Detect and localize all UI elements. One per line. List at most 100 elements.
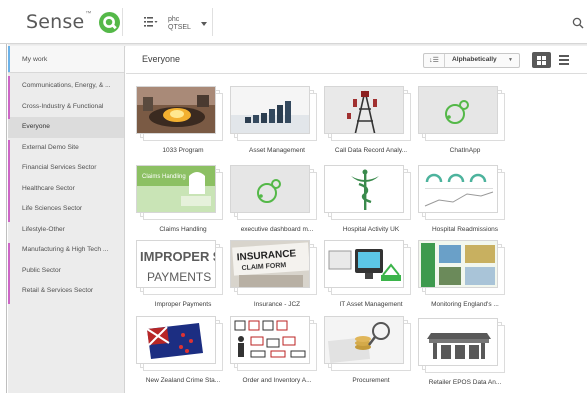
sidebar-item-manufacturing[interactable]: Manufacturing & High Tech ... — [8, 240, 124, 261]
brand-name: Sense — [26, 11, 85, 33]
thumb-stack — [324, 316, 418, 376]
thumb-stack — [418, 240, 512, 300]
sort-order-icon[interactable]: ↓☰ — [424, 54, 445, 67]
sidebar-accent-stripe — [8, 243, 10, 304]
thumb-stack: INSURANCE CLAIM FORM — [230, 240, 324, 300]
app-card-hospital-activity-uk[interactable]: Hospital Activity UK — [324, 165, 418, 247]
sidebar-item-financial[interactable]: Financial Services Sector — [8, 158, 124, 179]
app-card-insurance-jcz[interactable]: INSURANCE CLAIM FORM Insurance - JCZ — [230, 240, 324, 322]
thumb-stack — [230, 316, 324, 376]
sidebar-item-healthcare[interactable]: Healthcare Sector — [8, 179, 124, 200]
app-card-new-zealand-crime[interactable]: New Zealand Crime Sta... — [136, 316, 230, 398]
app-card-label: ChatInApp — [449, 147, 481, 154]
sidebar-accent-stripe — [8, 140, 10, 222]
menu-icon — [144, 17, 158, 27]
stream-sidebar: My work Communications, Energy, & ... Cr… — [8, 46, 125, 393]
stream-line-2: QTSEL — [168, 24, 191, 31]
chevron-down-icon[interactable] — [201, 22, 207, 26]
app-thumbnail: INSURANCE CLAIM FORM — [230, 240, 310, 288]
app-card-monitoring-england[interactable]: Monitoring England's ... — [418, 240, 512, 322]
thumb-stack — [230, 86, 324, 146]
app-card-label: Hospital Readmissions — [431, 226, 499, 233]
sidebar-item-cross-industry[interactable]: Cross-Industry & Functional — [8, 97, 124, 118]
thumb-stack — [324, 240, 418, 300]
app-card-claims-handling[interactable]: Claims Handling Claims Handling — [136, 165, 230, 247]
page-title: Everyone — [142, 54, 181, 64]
sidebar-accent-stripe — [8, 76, 10, 119]
thumb-stack — [324, 86, 418, 146]
app-thumbnail — [418, 318, 498, 366]
app-card-label: Monitoring England's ... — [431, 301, 499, 308]
app-card-hospital-readmissions[interactable]: Hospital Readmissions — [418, 165, 512, 247]
app-thumbnail: IMPROPER $ PAYMENTS — [136, 240, 216, 288]
thumb-stack — [136, 86, 230, 146]
qlik-logo-icon — [99, 11, 121, 33]
app-card-chatinapp[interactable]: ChatInApp — [418, 86, 512, 168]
sidebar-item-external-demo[interactable]: External Demo Site — [8, 138, 124, 159]
list-icon — [559, 63, 569, 65]
app-thumbnail — [418, 240, 498, 288]
app-thumbnail — [418, 165, 498, 213]
app-thumbnail: Claims Handling — [136, 165, 216, 213]
app-card-retailer-epos[interactable]: Retailer EPOS Data An... — [418, 318, 512, 400]
grid-icon — [542, 56, 546, 60]
app-thumbnail — [230, 165, 310, 213]
app-thumbnail — [136, 86, 216, 134]
list-view-button[interactable] — [559, 55, 569, 65]
app-thumbnail — [230, 316, 310, 364]
thumb-stack — [418, 318, 512, 378]
app-card-1033-program[interactable]: 1033 Program — [136, 86, 230, 168]
sidebar-item-everyone[interactable]: Everyone — [8, 117, 124, 138]
app-thumbnail — [136, 316, 216, 364]
sidebar-item-retail[interactable]: Retail & Services Sector — [8, 281, 124, 302]
app-card-label: Retailer EPOS Data An... — [428, 379, 502, 386]
thumb-stack: Claims Handling — [136, 165, 230, 225]
sidebar-item-lifestyle[interactable]: Lifestyle-Other — [8, 220, 124, 241]
app-card-asset-management[interactable]: Asset Management — [230, 86, 324, 168]
list-icon — [559, 55, 569, 57]
global-menu-button[interactable] — [140, 14, 162, 30]
app-card-executive-dashboard[interactable]: executive dashboard m... — [230, 165, 324, 247]
grid-icon — [542, 61, 546, 65]
app-card-procurement[interactable]: Procurement — [324, 316, 418, 398]
thumb-caption: Claims Handling — [142, 174, 186, 180]
app-card-improper-payments[interactable]: IMPROPER $ PAYMENTS Improper Payments — [136, 240, 230, 322]
app-thumbnail — [230, 86, 310, 134]
thumb-stack: IMPROPER $ PAYMENTS — [136, 240, 230, 300]
thumb-caption: IMPROPER $ — [140, 249, 216, 264]
toolbar-divider — [212, 8, 213, 36]
sort-label: Alphabetically — [452, 56, 497, 63]
top-toolbar: Sense ™ phc QTSEL — [0, 0, 587, 48]
brand-trademark: ™ — [85, 11, 92, 17]
brand-logo[interactable]: Sense ™ — [26, 8, 121, 36]
panel-header: Everyone ↓☰ Alphabetically ▼ — [126, 46, 587, 74]
grid-icon — [537, 61, 541, 65]
app-card-it-asset-management[interactable]: IT Asset Management — [324, 240, 418, 322]
app-thumbnail — [324, 86, 404, 134]
thumb-caption: PAYMENTS — [147, 270, 211, 284]
app-thumbnail — [324, 316, 404, 364]
app-thumbnail — [418, 86, 498, 134]
app-thumbnail — [324, 165, 404, 213]
sidebar-item-my-work[interactable]: My work — [8, 46, 124, 73]
sort-dropdown[interactable]: ↓☰ Alphabetically ▼ — [423, 53, 520, 68]
app-card-call-data-record[interactable]: Call Data Record Analy... — [324, 86, 418, 168]
sidebar-item-communications[interactable]: Communications, Energy, & ... — [8, 76, 124, 97]
window-edge — [0, 44, 8, 393]
thumb-stack — [230, 165, 324, 225]
grid-view-button[interactable] — [532, 52, 551, 68]
thumb-stack — [418, 165, 512, 225]
thumb-stack — [418, 86, 512, 146]
app-card-order-inventory[interactable]: Order and Inventory A... — [230, 316, 324, 398]
stream-line-1: phc — [168, 16, 180, 23]
chevron-down-icon: ▼ — [508, 57, 513, 63]
stream-selector[interactable]: phc QTSEL — [168, 16, 191, 40]
thumb-stack — [136, 316, 230, 376]
app-thumbnail — [324, 240, 404, 288]
search-icon[interactable] — [572, 17, 584, 29]
list-icon — [559, 59, 569, 61]
toolbar-divider — [122, 8, 123, 36]
sidebar-item-public-sector[interactable]: Public Sector — [8, 261, 124, 282]
sidebar-item-life-sciences[interactable]: Life Sciences Sector — [8, 199, 124, 220]
grid-icon — [537, 56, 541, 60]
